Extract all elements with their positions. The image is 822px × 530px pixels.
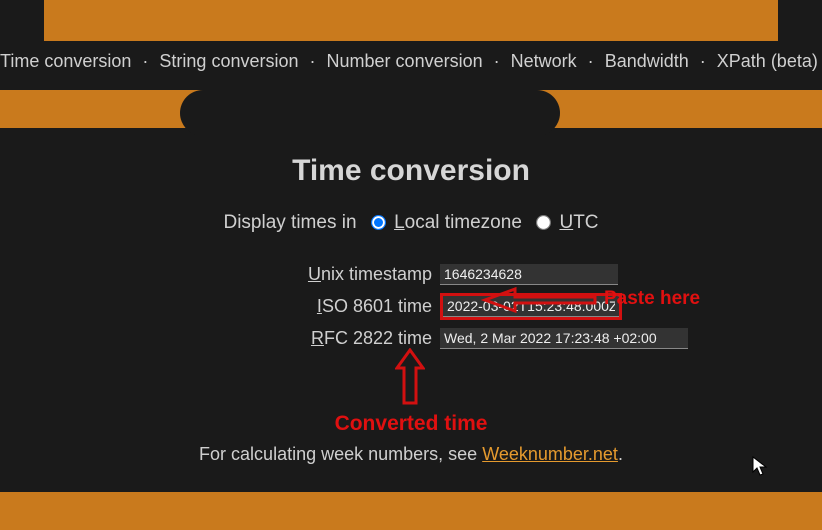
timezone-local-radio[interactable] [371, 216, 386, 231]
mouse-cursor-icon [752, 456, 768, 481]
paste-arrow-icon [480, 285, 600, 315]
active-tab-notch [180, 90, 560, 136]
nav-network[interactable]: Network [511, 51, 577, 71]
weeknumber-note: For calculating week numbers, see Weeknu… [0, 444, 822, 465]
nav-xpath[interactable]: XPath (beta) [717, 51, 818, 71]
nav-time-conversion[interactable]: Time conversion [0, 51, 131, 71]
footer-band [0, 492, 822, 530]
timezone-label: Display times in [223, 212, 356, 233]
timezone-local-label[interactable]: Local timezone [394, 212, 522, 233]
paste-here-annotation: Paste here [604, 288, 700, 310]
timezone-row: Display times in Local timezone UTC [0, 212, 822, 234]
timezone-utc-radio[interactable] [536, 216, 551, 231]
unix-label: Unix timestamp [132, 264, 440, 285]
timezone-utc-label[interactable]: UTC [559, 212, 598, 233]
nav-bandwidth[interactable]: Bandwidth [605, 51, 689, 71]
iso-label: ISO 8601 time [132, 296, 440, 317]
top-ad-bar [44, 0, 778, 41]
unix-input[interactable] [440, 264, 618, 285]
header-band [0, 90, 822, 128]
converted-arrow-icon [395, 348, 425, 406]
nav-string-conversion[interactable]: String conversion [159, 51, 298, 71]
page-title: Time conversion [0, 154, 822, 188]
weeknumber-link[interactable]: Weeknumber.net [482, 444, 618, 464]
converted-time-annotation: Converted time [0, 412, 822, 436]
rfc-label: RFC 2822 time [132, 328, 440, 349]
rfc-input[interactable] [440, 328, 688, 349]
nav-number-conversion[interactable]: Number conversion [327, 51, 483, 71]
tool-nav: Time conversion · String conversion · Nu… [0, 41, 822, 82]
conversion-form: Unix timestamp ISO 8601 time RFC 2822 ti… [0, 260, 822, 352]
